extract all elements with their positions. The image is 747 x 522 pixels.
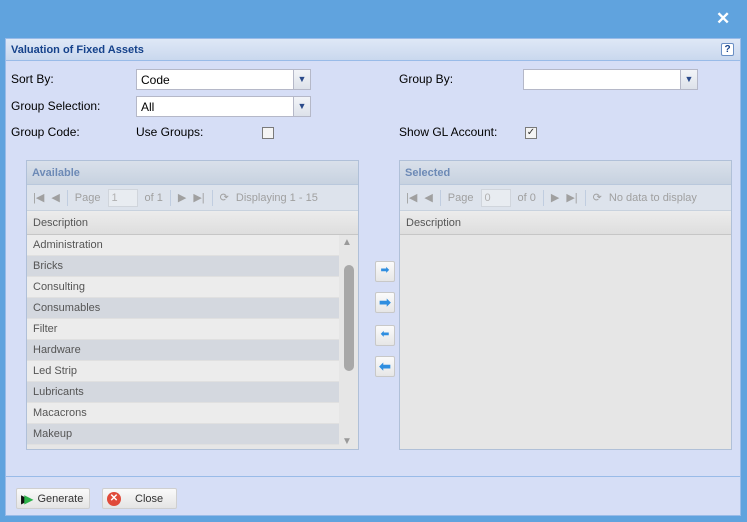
show-gl-label: Show GL Account: <box>399 125 498 139</box>
chevron-down-icon[interactable]: ▼ <box>293 70 310 89</box>
list-item[interactable]: Bricks <box>27 256 340 277</box>
help-icon[interactable]: ? <box>721 43 734 56</box>
page-input[interactable]: 1 <box>107 188 138 207</box>
close-button[interactable]: ✕ Close <box>102 488 177 509</box>
generate-button[interactable]: ▶▶ Generate <box>16 488 90 509</box>
group-selection-select[interactable]: All ▼ <box>136 96 311 117</box>
list-item[interactable]: Administration <box>27 235 340 256</box>
selected-paging-toolbar: |◀ ◀ Page 0 of 0 ▶ ▶| ⟳ No data to display <box>400 185 731 211</box>
dialog: Valuation of Fixed Assets ? Sort By: Cod… <box>5 38 741 516</box>
last-page-icon[interactable]: ▶| <box>566 191 577 204</box>
chevron-down-icon[interactable]: ▼ <box>680 70 697 89</box>
close-window-button[interactable]: ✕ <box>716 9 730 29</box>
scrollbar[interactable]: ▲ ▼ <box>339 235 358 449</box>
panel-title: Valuation of Fixed Assets <box>11 44 144 56</box>
first-page-icon[interactable]: |◀ <box>406 191 417 204</box>
sort-by-label: Sort By: <box>11 72 54 86</box>
move-all-right-button[interactable]: ➡ <box>375 292 395 313</box>
generate-label: Generate <box>37 492 84 505</box>
list-item[interactable]: Consulting <box>27 277 340 298</box>
page-label: Page <box>74 191 101 204</box>
scroll-down-icon[interactable]: ▼ <box>342 436 352 447</box>
close-label: Close <box>135 492 164 505</box>
group-selection-value: All <box>141 100 155 114</box>
move-left-button[interactable]: ⬅ <box>375 325 395 346</box>
available-title: Available <box>27 161 358 185</box>
selected-title: Selected <box>400 161 731 185</box>
panel-header: Valuation of Fixed Assets ? <box>6 39 740 61</box>
group-selection-label: Group Selection: <box>11 99 101 113</box>
group-code-label: Group Code: <box>11 125 80 139</box>
prev-page-icon[interactable]: ◀ <box>51 191 59 204</box>
page-count: of 0 <box>517 191 536 204</box>
group-by-select[interactable]: ▼ <box>523 69 698 90</box>
chevron-down-icon[interactable]: ▼ <box>293 97 310 116</box>
available-grid: Available |◀ ◀ Page 1 of 1 ▶ ▶| ⟳ Displaying … <box>26 160 359 450</box>
page-label: Page <box>447 191 474 204</box>
list-item[interactable]: Filter <box>27 319 340 340</box>
sort-by-value: Code <box>141 73 170 87</box>
use-groups-label: Use Groups: <box>136 125 204 139</box>
move-right-button[interactable]: ➡ <box>375 261 395 282</box>
display-info: Displaying 1 - 15 <box>235 191 318 204</box>
first-page-icon[interactable]: |◀ <box>33 191 44 204</box>
display-info: No data to display <box>608 191 697 204</box>
page-count: of 1 <box>144 191 163 204</box>
group-by-label: Group By: <box>399 72 454 86</box>
list-item[interactable]: Consumables <box>27 298 340 319</box>
use-groups-checkbox[interactable] <box>262 127 274 139</box>
column-header-description[interactable]: Description <box>400 211 731 235</box>
selected-grid: Selected |◀ ◀ Page 0 of 0 ▶ ▶| ⟳ No data to d… <box>399 160 732 450</box>
list-item[interactable]: Lubricants <box>27 382 340 403</box>
next-page-icon[interactable]: ▶ <box>551 191 559 204</box>
available-paging-toolbar: |◀ ◀ Page 1 of 1 ▶ ▶| ⟳ Displaying 1 - 15 <box>27 185 358 211</box>
show-gl-checkbox[interactable]: ✓ <box>525 127 537 139</box>
sort-by-select[interactable]: Code ▼ <box>136 69 311 90</box>
scrollbar-thumb[interactable] <box>344 265 354 371</box>
list-item[interactable]: Makeup <box>27 424 340 445</box>
prev-page-icon[interactable]: ◀ <box>424 191 432 204</box>
page-input[interactable]: 0 <box>480 188 511 207</box>
last-page-icon[interactable]: ▶| <box>193 191 204 204</box>
footer-toolbar: ▶▶ Generate ✕ Close <box>6 476 740 516</box>
scroll-up-icon[interactable]: ▲ <box>342 237 352 248</box>
list-item[interactable]: Led Strip <box>27 361 340 382</box>
column-header-description[interactable]: Description <box>27 211 358 235</box>
move-all-left-button[interactable]: ⬅ <box>375 356 395 377</box>
close-icon: ✕ <box>107 491 121 506</box>
next-page-icon[interactable]: ▶ <box>178 191 186 204</box>
refresh-icon[interactable]: ⟳ <box>593 191 602 204</box>
refresh-icon[interactable]: ⟳ <box>220 191 229 204</box>
list-item[interactable]: Hardware <box>27 340 340 361</box>
list-item[interactable]: Macacrons <box>27 403 340 424</box>
play-icon: ▶▶ <box>21 491 34 506</box>
